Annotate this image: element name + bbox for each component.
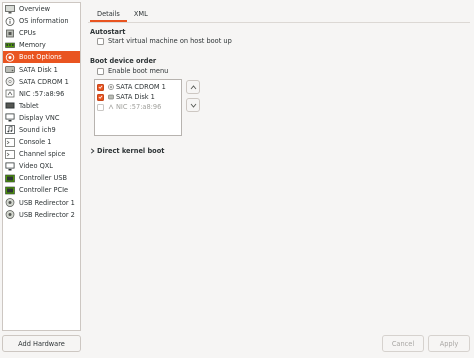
tablet-icon (5, 101, 15, 110)
memory-icon (5, 41, 15, 50)
boot-device-label: SATA Disk 1 (116, 93, 155, 101)
list-item[interactable]: SATA CDROM 1 (95, 82, 181, 92)
sidebar-item-label: OS information (19, 17, 69, 26)
controller-icon (5, 174, 15, 183)
sidebar-item-label: Console 1 (19, 138, 52, 147)
direct-kernel-boot-label: Direct kernel boot (97, 147, 165, 155)
sidebar-item-controller-pcie[interactable]: Controller PCIe (3, 184, 80, 196)
sidebar-item-nic[interactable]: NIC :57:a8:96 (3, 88, 80, 100)
sidebar-item-usb-redirector-2[interactable]: USB Redirector 2 (3, 209, 80, 221)
sidebar-item-label: SATA CDROM 1 (19, 77, 69, 86)
sidebar-item-sound-ich9[interactable]: Sound ich9 (3, 124, 80, 136)
sidebar-item-label: Controller PCIe (19, 186, 69, 195)
usb-redirector-icon (5, 198, 15, 207)
sidebar-item-label: Tablet (19, 101, 39, 110)
sidebar-item-label: Overview (19, 5, 51, 14)
sidebar-item-sata-cdrom-1[interactable]: SATA CDROM 1 (3, 76, 80, 88)
disk-icon (108, 94, 114, 100)
controller-icon (5, 186, 15, 195)
info-icon (5, 16, 15, 26)
sidebar-item-video-qxl[interactable]: Video QXL (3, 160, 80, 172)
sidebar-item-channel-spice[interactable]: Channel spice (3, 148, 80, 160)
list-item[interactable]: SATA Disk 1 (95, 92, 181, 102)
enable-boot-menu-label: Enable boot menu (108, 67, 169, 75)
sidebar-item-label: Display VNC (19, 113, 60, 122)
chevron-right-icon (90, 148, 95, 154)
sidebar-item-display-vnc[interactable]: Display VNC (3, 112, 80, 124)
sound-icon (5, 125, 15, 135)
sidebar-item-label: Video QXL (19, 162, 53, 171)
cpu-icon (5, 29, 15, 38)
boot-device-checkbox[interactable] (97, 93, 104, 101)
sidebar-item-label: Channel spice (19, 150, 66, 159)
sidebar-item-os-information[interactable]: OS information (3, 15, 80, 27)
sidebar-item-label: USB Redirector 1 (19, 198, 75, 207)
display-icon (5, 113, 15, 122)
boot-gear-icon (5, 53, 15, 62)
add-hardware-button[interactable]: Add Hardware (2, 335, 81, 352)
disk-icon (5, 65, 15, 74)
boot-device-checkbox[interactable] (97, 83, 104, 91)
sidebar-item-label: SATA Disk 1 (19, 65, 58, 74)
sidebar-item-overview[interactable]: Overview (3, 3, 80, 15)
sidebar-item-cpus[interactable]: CPUs (3, 27, 80, 39)
autostart-heading: Autostart (90, 28, 126, 36)
sidebar-item-label: USB Redirector 2 (19, 210, 75, 219)
tab-xml[interactable]: XML (127, 6, 155, 22)
boot-order-heading: Boot device order (90, 57, 157, 65)
sidebar-item-boot-options[interactable]: Boot Options (3, 51, 80, 64)
video-icon (5, 162, 15, 171)
cdrom-icon (5, 77, 15, 86)
apply-button[interactable]: Apply (428, 335, 470, 352)
tab-divider (88, 22, 470, 23)
sidebar-item-memory[interactable]: Memory (3, 39, 80, 51)
chevron-down-icon (190, 103, 196, 108)
nic-icon (108, 104, 114, 110)
move-down-button[interactable] (186, 98, 200, 112)
hardware-list[interactable]: Overview OS information CPUs Memory Boot… (2, 2, 81, 331)
tab-details[interactable]: Details (90, 6, 127, 22)
direct-kernel-boot-expander[interactable]: Direct kernel boot (90, 147, 164, 155)
sidebar-item-label: Controller USB (19, 174, 68, 183)
boot-device-label: SATA CDROM 1 (116, 83, 166, 91)
enable-boot-menu-checkbox[interactable] (97, 67, 104, 75)
autostart-checkbox-row[interactable]: Start virtual machine on host boot up (97, 37, 232, 45)
boot-device-list[interactable]: SATA CDROM 1 SATA Disk 1 NIC :57:a8:96 (94, 79, 182, 136)
autostart-checkbox[interactable] (97, 37, 104, 45)
nic-icon (5, 89, 15, 98)
boot-device-label: NIC :57:a8:96 (116, 103, 162, 111)
sidebar-item-usb-redirector-1[interactable]: USB Redirector 1 (3, 197, 80, 209)
sidebar-item-label: NIC :57:a8:96 (19, 89, 65, 98)
console-icon (5, 137, 15, 147)
sidebar-item-tablet[interactable]: Tablet (3, 100, 80, 112)
channel-icon (5, 149, 15, 159)
move-up-button[interactable] (186, 80, 200, 94)
boot-device-checkbox[interactable] (97, 103, 104, 111)
sidebar-item-console-1[interactable]: Console 1 (3, 136, 80, 148)
cancel-button[interactable]: Cancel (382, 335, 424, 352)
tab-bar: Details XML (90, 6, 155, 22)
sidebar-item-label: Memory (19, 41, 46, 50)
monitor-icon (5, 4, 15, 14)
autostart-checkbox-label: Start virtual machine on host boot up (108, 37, 232, 45)
sidebar-item-label: Boot Options (19, 53, 62, 62)
sidebar-item-label: Sound ich9 (19, 125, 56, 134)
chevron-up-icon (190, 84, 196, 89)
sidebar-item-sata-disk-1[interactable]: SATA Disk 1 (3, 63, 80, 75)
sidebar-item-label: CPUs (19, 29, 36, 38)
cdrom-icon (108, 84, 114, 90)
sidebar-item-controller-usb[interactable]: Controller USB (3, 172, 80, 184)
usb-redirector-icon (5, 210, 15, 219)
list-item[interactable]: NIC :57:a8:96 (95, 102, 181, 112)
enable-boot-menu-row[interactable]: Enable boot menu (97, 67, 168, 75)
